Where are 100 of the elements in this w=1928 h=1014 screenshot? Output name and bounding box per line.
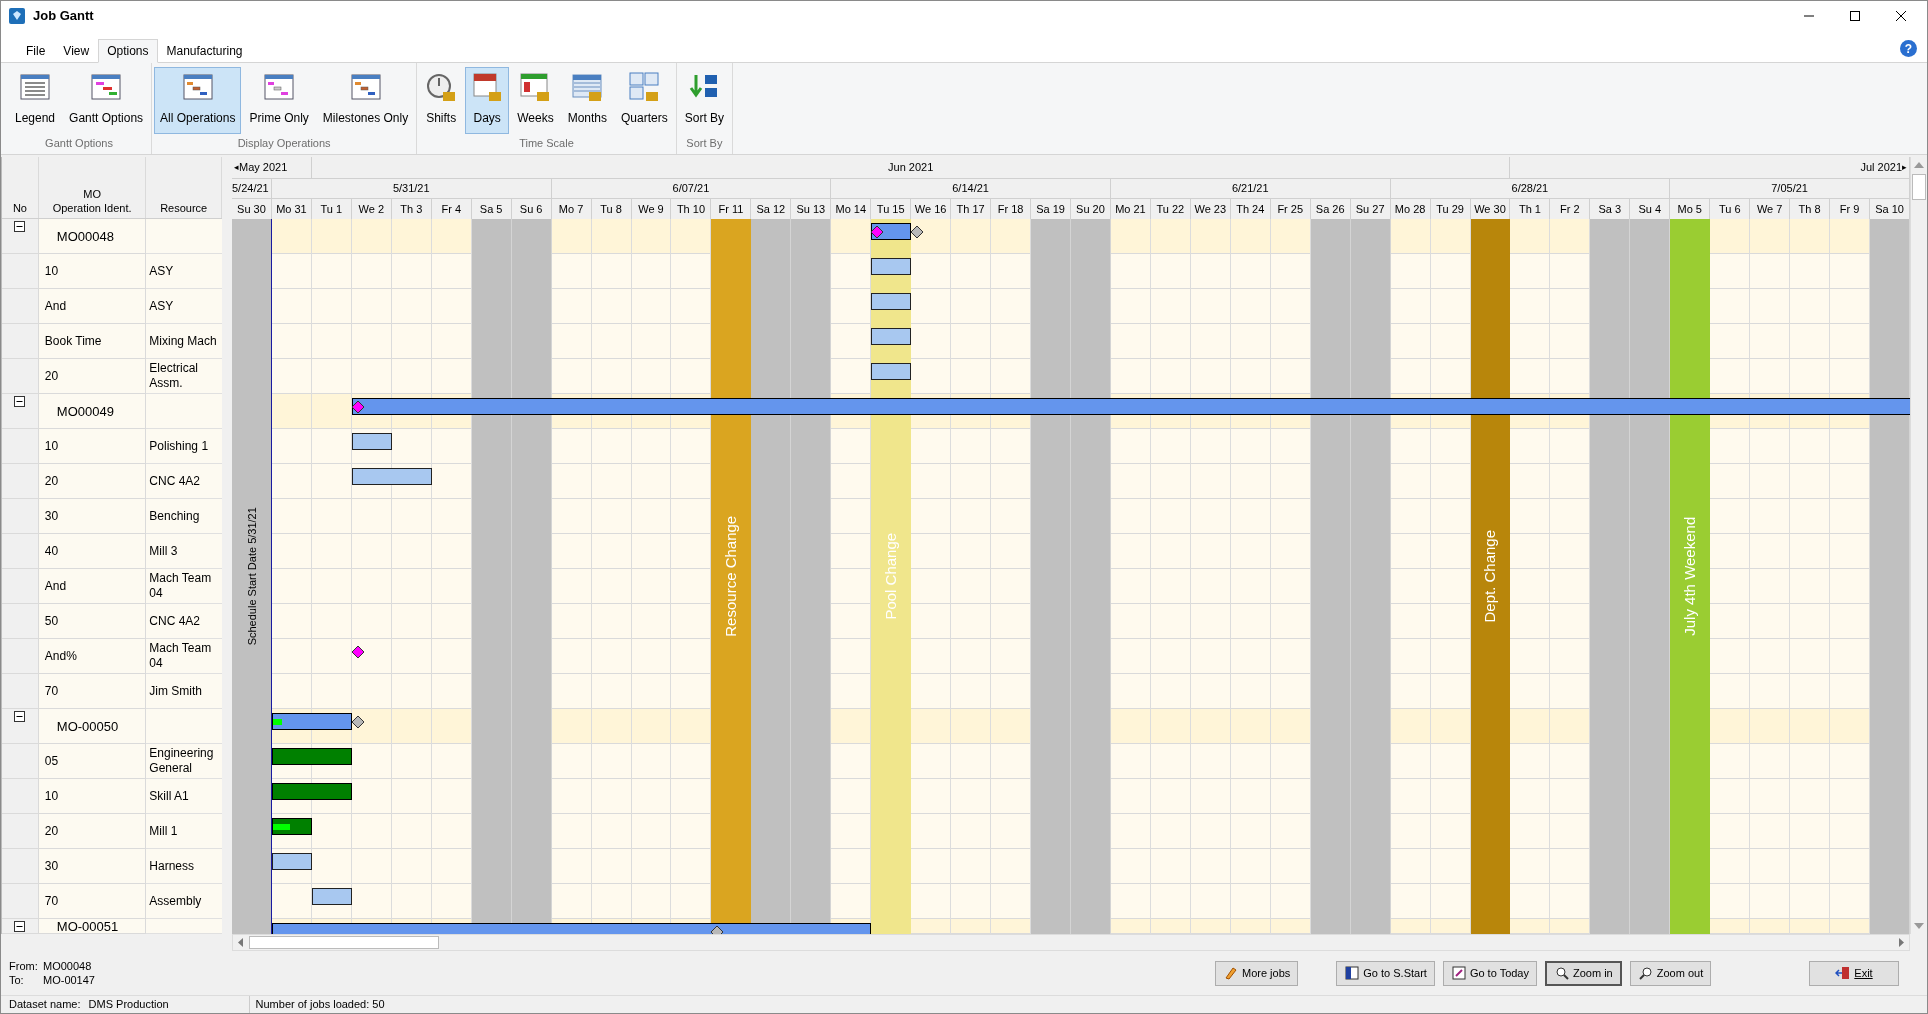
range-label: From: <box>9 959 39 973</box>
ribbon-button[interactable]: Quarters <box>615 67 674 134</box>
range-label: To: <box>9 973 25 987</box>
operation-bar[interactable] <box>311 888 352 905</box>
milestone-diamond[interactable] <box>350 400 365 414</box>
event-label: Resource Change <box>721 516 741 637</box>
menu-tab[interactable]: View <box>54 39 99 63</box>
event-label: Pool Change <box>880 533 900 620</box>
milestone-diamond[interactable] <box>350 715 365 729</box>
group-title: Display Operations <box>236 135 332 151</box>
group-title: Sort By <box>685 135 724 151</box>
ribbon-button[interactable]: Milestones Only <box>316 67 415 134</box>
operation-cell: 10 <box>38 254 147 289</box>
operation-cell: 70 <box>38 884 147 919</box>
calendar-scale-icon <box>471 71 504 103</box>
app-icon <box>9 8 25 24</box>
operation-bar[interactable] <box>871 258 912 275</box>
close-icon[interactable] <box>1895 10 1907 22</box>
ribbon-button[interactable]: Shifts <box>419 67 464 134</box>
collapse-icon[interactable] <box>14 396 26 407</box>
jobs-loaded-count: Number of jobs loaded: 50 <box>248 996 385 1013</box>
ribbon-button[interactable]: Days <box>465 67 510 134</box>
help-button[interactable]: ? <box>1900 40 1917 57</box>
ribbon-button[interactable]: Prime Only <box>243 67 315 134</box>
magnifier-icon <box>1554 965 1570 981</box>
column-header[interactable]: No <box>2 157 39 218</box>
gantt-window-icon <box>349 71 382 103</box>
horizontal-scrollbar[interactable] <box>232 934 1910 951</box>
operation-cell: 10 <box>38 429 147 464</box>
footer-button[interactable]: Go to S.Start <box>1336 960 1435 986</box>
job-number-cell: MO00048 <box>38 219 147 254</box>
calendar-scale-icon <box>628 71 661 103</box>
operation-bar[interactable] <box>351 433 392 450</box>
gantt-window-icon <box>263 71 296 103</box>
footer-button[interactable]: Go to Today <box>1442 960 1537 986</box>
job-number-cell: MO00049 <box>38 394 147 429</box>
exit-door-icon <box>1835 965 1852 981</box>
next-arrow[interactable]: ▸ <box>1902 160 1907 175</box>
scroll-thumb[interactable] <box>1912 174 1926 200</box>
gantt-window-icon <box>181 71 214 103</box>
footer-button[interactable]: More jobs <box>1215 960 1299 986</box>
operation-cell: 30 <box>38 849 147 884</box>
calendar-scale-icon <box>519 71 552 103</box>
collapse-icon[interactable] <box>14 221 26 232</box>
menu-tab[interactable]: Options <box>98 39 158 63</box>
operation-cell: And <box>38 569 147 604</box>
operation-bar[interactable] <box>871 293 912 310</box>
labor-bar[interactable] <box>271 818 312 835</box>
operation-cell: 30 <box>38 499 147 534</box>
menu-tab[interactable]: Manufacturing <box>157 39 252 63</box>
column-header[interactable]: MO Operation Ident. <box>38 157 147 218</box>
schedule-start-label: Schedule Start Date 5/31/21 <box>244 507 259 646</box>
calendar-scale-icon <box>571 71 604 103</box>
stopwatch-scale-icon <box>425 71 458 103</box>
operation-bar[interactable] <box>871 328 912 345</box>
exit-button[interactable]: Exit <box>1809 960 1899 986</box>
operation-cell: 70 <box>38 674 147 709</box>
event-label: Dept. Change <box>1480 530 1500 623</box>
operation-bar[interactable] <box>871 363 912 380</box>
milestone-diamond[interactable] <box>870 225 885 239</box>
range-value: MO00048 <box>43 959 92 973</box>
operation-bar[interactable] <box>271 853 312 870</box>
ribbon-button[interactable]: Weeks <box>511 67 560 134</box>
operation-cell: And <box>38 289 147 324</box>
milestone-diamond[interactable] <box>910 225 925 239</box>
footer-button[interactable]: Zoom in <box>1545 960 1622 986</box>
summary-bar[interactable] <box>271 713 352 730</box>
collapse-icon[interactable] <box>14 921 26 932</box>
chart-grid-icon <box>90 71 123 103</box>
menu-tab[interactable]: File <box>17 39 55 63</box>
window-title: Job Gantt <box>33 7 94 26</box>
status-label: Dataset name: <box>9 997 81 1013</box>
group-title: Time Scale <box>518 135 575 151</box>
previous-arrow[interactable]: ◂ <box>234 160 239 175</box>
operation-cell: 50 <box>38 604 147 639</box>
operation-bar[interactable] <box>351 468 432 485</box>
magnifier-icon <box>1637 965 1654 981</box>
dataset-name: DMS Production <box>88 997 170 1013</box>
range-value: MO-00147 <box>43 973 95 987</box>
operation-cell: 10 <box>38 779 147 814</box>
ribbon-button[interactable]: All Operations <box>154 67 242 134</box>
operation-cell: And% <box>38 639 147 674</box>
ribbon-button[interactable]: Gantt Options <box>63 67 150 134</box>
ribbon-button[interactable]: Months <box>561 67 613 134</box>
group-title: Gantt Options <box>44 135 114 151</box>
operation-cell: Book Time <box>38 324 147 359</box>
maximize-icon[interactable] <box>1849 10 1861 22</box>
operation-cell: 40 <box>38 534 147 569</box>
summary-bar[interactable] <box>351 398 1910 415</box>
ribbon-button[interactable]: Sort By <box>678 67 731 134</box>
operation-cell: 20 <box>38 464 147 499</box>
vertical-scrollbar[interactable] <box>1910 157 1927 934</box>
list-window-icon <box>19 71 51 103</box>
scroll-thumb[interactable] <box>249 936 439 949</box>
footer-button[interactable]: Zoom out <box>1629 960 1712 986</box>
operation-cell: 20 <box>38 814 147 849</box>
event-label: July 4th Weekend <box>1680 517 1699 636</box>
collapse-icon[interactable] <box>14 711 26 722</box>
ribbon-button[interactable]: Legend <box>9 67 62 134</box>
milestone-diamond[interactable] <box>350 645 365 659</box>
